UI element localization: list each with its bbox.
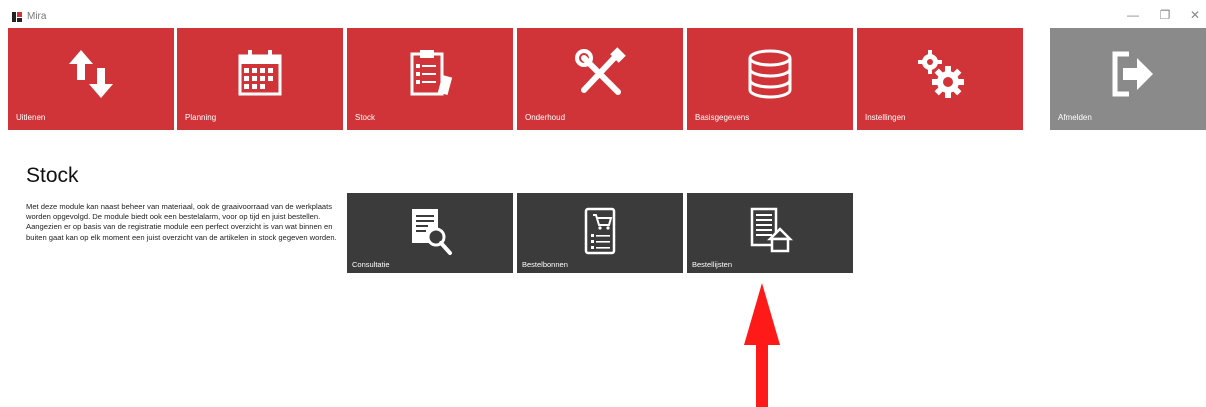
document-search-icon (412, 209, 452, 255)
nav-tile-instellingen[interactable]: Instellingen (857, 28, 1023, 130)
nav-tile-afmelden[interactable]: Afmelden (1050, 28, 1206, 130)
page-title: Stock (26, 164, 79, 187)
title-bar: Mira — ❐ ✕ (0, 0, 1206, 26)
subtile-consultatie[interactable]: Consultatie (347, 193, 513, 273)
nav-tile-label: Onderhoud (525, 113, 566, 122)
order-list-basket-icon (750, 207, 794, 253)
swap-arrows-icon (69, 50, 113, 98)
minimize-button[interactable]: — (1120, 6, 1146, 24)
window-title: Mira (27, 11, 47, 22)
nav-tile-uitlenen[interactable]: Uitlenen (8, 28, 174, 130)
tools-icon (575, 47, 626, 95)
nav-tile-basisgegevens[interactable]: Basisgegevens (687, 28, 853, 130)
sign-out-icon (1112, 51, 1153, 97)
subtile-label: Bestellijsten (692, 260, 733, 269)
close-button[interactable]: ✕ (1182, 6, 1206, 24)
module-description: Met deze module kan naast beheer van mat… (26, 202, 337, 242)
database-icon (748, 49, 792, 99)
app-logo-icon (12, 12, 22, 22)
order-receipt-icon (584, 207, 616, 255)
nav-tile-label: Basisgegevens (695, 113, 750, 122)
nav-tile-label: Uitlenen (16, 113, 46, 122)
maximize-button[interactable]: ❐ (1152, 6, 1178, 24)
subtile-bestelbonnen[interactable]: Bestelbonnen (517, 193, 683, 273)
subtile-bestellijsten[interactable]: Bestellijsten (687, 193, 853, 273)
nav-tile-stock[interactable]: Stock (347, 28, 513, 130)
clipboard-checklist-icon (410, 50, 453, 96)
gears-icon (918, 50, 964, 98)
annotation-arrow-icon (744, 283, 780, 407)
calendar-icon (238, 50, 282, 96)
nav-tile-planning[interactable]: Planning (177, 28, 343, 130)
nav-tile-label: Stock (355, 113, 376, 122)
nav-tile-label: Planning (185, 113, 217, 122)
subtile-label: Bestelbonnen (522, 260, 568, 269)
nav-tile-onderhoud[interactable]: Onderhoud (517, 28, 683, 130)
nav-tile-label: Afmelden (1058, 113, 1092, 122)
subtile-label: Consultatie (352, 260, 390, 269)
nav-tile-label: Instellingen (865, 113, 906, 122)
